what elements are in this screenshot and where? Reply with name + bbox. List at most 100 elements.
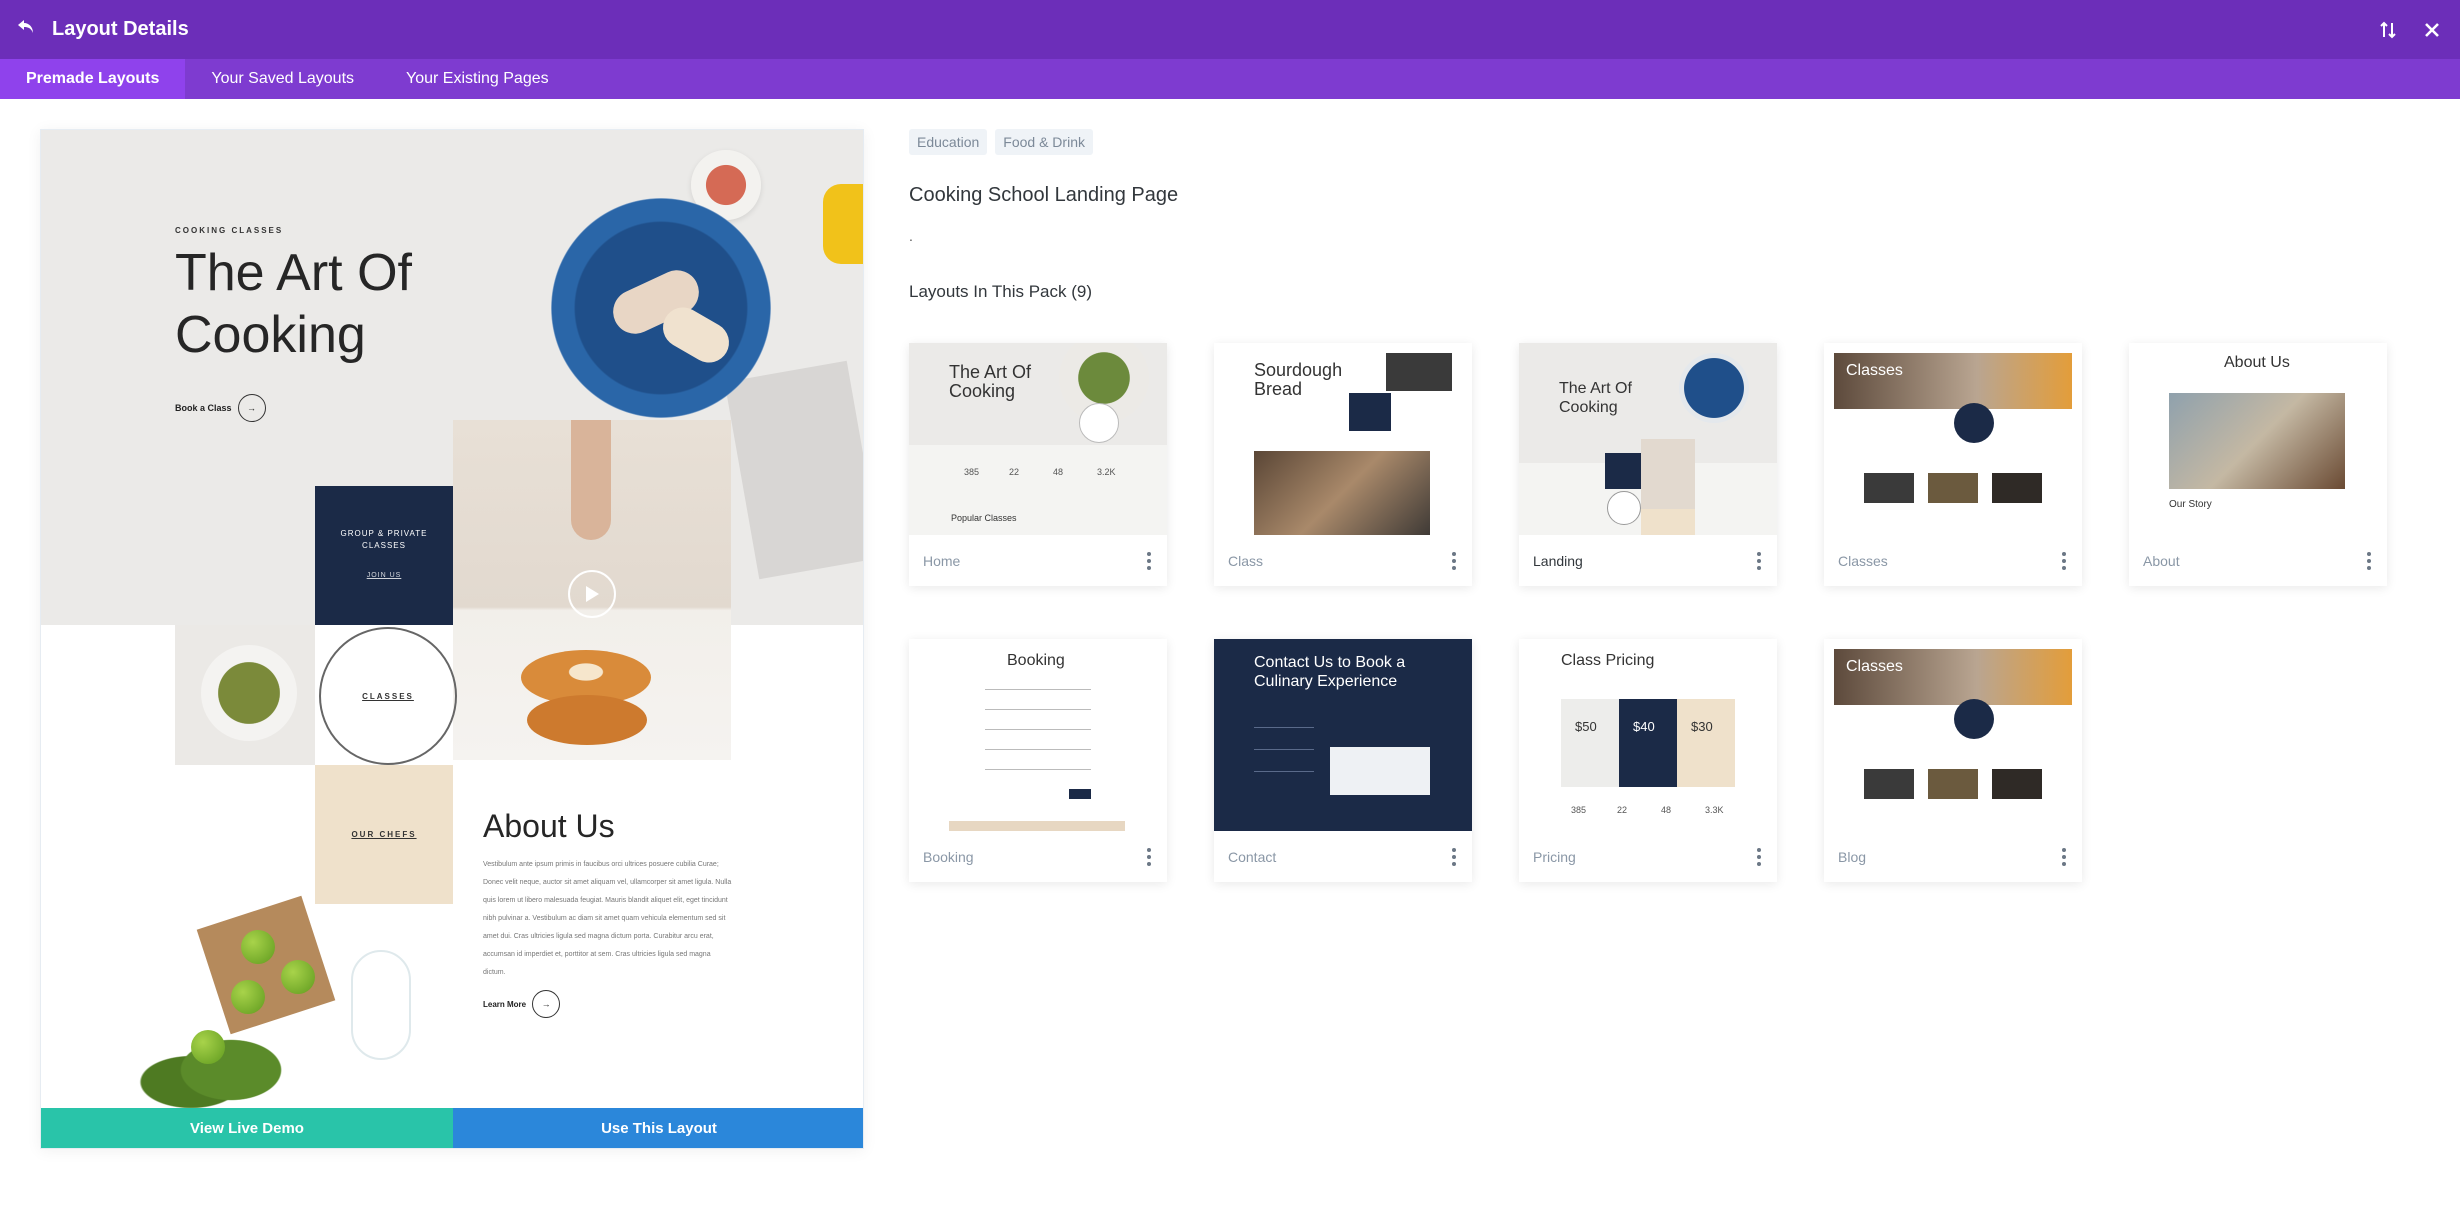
classes-circle-link: CLASSES bbox=[319, 627, 457, 765]
group-classes-block: GROUP & PRIVATE CLASSES JOIN US bbox=[315, 486, 453, 625]
thumb-stat: 385 bbox=[1571, 805, 1587, 815]
modal-title: Layout Details bbox=[52, 18, 189, 40]
layout-title: Cooking School Landing Page bbox=[909, 184, 1179, 206]
thumb-subheading: Our Story bbox=[2169, 499, 2212, 510]
layout-card-booking[interactable]: Booking Booking bbox=[909, 639, 1167, 882]
thumb-stat: 3.3K bbox=[1705, 805, 1724, 815]
group-label: GROUP & PRIVATE bbox=[340, 529, 428, 538]
view-live-demo-button[interactable]: View Live Demo bbox=[41, 1108, 453, 1148]
layout-card-about[interactable]: About Us Our Story About bbox=[2129, 343, 2387, 586]
group-label: CLASSES bbox=[362, 541, 406, 550]
layout-card-blog[interactable]: Classes Blog bbox=[1824, 639, 2082, 882]
layout-card-class[interactable]: Sourdough Bread Class bbox=[1214, 343, 1472, 586]
card-label: Blog bbox=[1838, 848, 1867, 865]
book-class-label: Book a Class bbox=[175, 403, 232, 413]
hero-heading: The Art Of Cooking bbox=[175, 242, 412, 366]
use-this-layout-button[interactable]: Use This Layout bbox=[453, 1108, 863, 1148]
thumb-title: The Art Of bbox=[1559, 380, 1632, 397]
tab-existing-pages[interactable]: Your Existing Pages bbox=[380, 59, 575, 99]
more-options-icon[interactable] bbox=[1141, 847, 1157, 867]
tab-bar: Premade Layouts Your Saved Layouts Your … bbox=[0, 59, 2460, 99]
thumb-title: Sourdough bbox=[1254, 360, 1343, 380]
thumb-title: About Us bbox=[2224, 354, 2290, 371]
sort-arrows-icon[interactable] bbox=[2376, 18, 2400, 42]
pesto-bowl-image bbox=[201, 645, 297, 741]
tag-education[interactable]: Education bbox=[909, 129, 988, 155]
layout-thumbnail: About Us Our Story bbox=[2129, 343, 2387, 535]
hand-image bbox=[571, 420, 611, 540]
learn-more-label: Learn More bbox=[483, 999, 527, 1009]
undo-arrow-icon bbox=[17, 19, 35, 40]
close-icon[interactable] bbox=[2420, 18, 2444, 42]
layout-thumbnail: Contact Us to Book a Culinary Experience bbox=[1214, 639, 1472, 831]
thumb-price: $50 bbox=[1575, 719, 1597, 734]
thumb-stat: 22 bbox=[1617, 805, 1628, 815]
preview-actions: View Live Demo Use This Layout bbox=[41, 1108, 863, 1148]
back-button[interactable] bbox=[0, 0, 52, 59]
more-options-icon[interactable] bbox=[1751, 551, 1767, 571]
our-chefs-link: OUR CHEFS bbox=[315, 765, 453, 904]
card-label: Class bbox=[1228, 552, 1264, 569]
tab-premade-layouts[interactable]: Premade Layouts bbox=[0, 59, 186, 99]
thumb-title: Contact Us to Book a bbox=[1254, 654, 1406, 671]
book-class-link: Book a Class → bbox=[175, 394, 266, 422]
lemon-image bbox=[823, 184, 863, 264]
more-options-icon[interactable] bbox=[1446, 551, 1462, 571]
thumb-stat: 48 bbox=[1661, 805, 1672, 815]
card-label: Pricing bbox=[1533, 848, 1576, 865]
thumb-stat: 385 bbox=[964, 467, 980, 477]
learn-more-link: Learn More → bbox=[483, 990, 561, 1018]
thumb-price: $30 bbox=[1691, 719, 1713, 734]
card-label: About bbox=[2143, 552, 2180, 569]
about-text: Vestibulum ante ipsum primis in faucibus… bbox=[483, 861, 732, 976]
arrow-right-icon: → bbox=[237, 394, 266, 422]
more-options-icon[interactable] bbox=[2361, 551, 2377, 571]
layout-thumbnail: Classes bbox=[1824, 639, 2082, 831]
card-label: Landing bbox=[1533, 552, 1583, 569]
layout-card-classes[interactable]: Classes Classes bbox=[1824, 343, 2082, 586]
thumb-price: $40 bbox=[1633, 719, 1655, 734]
arrow-right-icon: → bbox=[532, 990, 561, 1018]
hero-heading-line: The Art Of bbox=[175, 244, 412, 302]
card-label: Contact bbox=[1228, 848, 1277, 865]
card-label: Home bbox=[923, 552, 961, 569]
tab-saved-layouts[interactable]: Your Saved Layouts bbox=[185, 59, 380, 99]
card-label: Booking bbox=[923, 848, 974, 865]
layout-card-home[interactable]: The Art Of Cooking 385 22 48 3.2K Popula… bbox=[909, 343, 1167, 586]
category-tags: Education Food & Drink bbox=[909, 129, 1093, 155]
about-heading: About Us bbox=[483, 808, 615, 844]
thumb-subheading: Popular Classes bbox=[951, 513, 1017, 523]
thumb-title: Bread bbox=[1254, 379, 1303, 399]
layout-thumbnail: Classes bbox=[1824, 343, 2082, 535]
thumb-title: The Art Of bbox=[949, 362, 1032, 382]
pack-heading: Layouts In This Pack (9) bbox=[909, 282, 1092, 301]
layout-thumbnail: Sourdough Bread bbox=[1214, 343, 1472, 535]
thumb-stat: 22 bbox=[1009, 467, 1020, 477]
more-options-icon[interactable] bbox=[2056, 847, 2072, 867]
thumb-title: Class Pricing bbox=[1561, 652, 1655, 669]
more-options-icon[interactable] bbox=[2056, 551, 2072, 571]
join-us-link: JOIN US bbox=[366, 572, 402, 579]
lime-image bbox=[231, 980, 265, 1014]
layout-card-contact[interactable]: Contact Us to Book a Culinary Experience… bbox=[1214, 639, 1472, 882]
more-options-icon[interactable] bbox=[1141, 551, 1157, 571]
tag-food-drink[interactable]: Food & Drink bbox=[995, 129, 1093, 155]
layout-card-landing[interactable]: The Art Of Cooking Landing bbox=[1519, 343, 1777, 586]
more-options-icon[interactable] bbox=[1751, 847, 1767, 867]
layout-thumbnail: Booking bbox=[909, 639, 1167, 831]
thumb-title: Cooking bbox=[949, 381, 1016, 401]
thumb-title: Classes bbox=[1846, 658, 1903, 675]
layout-thumbnail: The Art Of Cooking bbox=[1519, 343, 1777, 535]
thumb-title: Culinary Experience bbox=[1254, 673, 1398, 690]
thumb-title: Cooking bbox=[1559, 399, 1618, 416]
layout-thumbnail: Class Pricing $50 $40 $30 385 22 48 3.3K bbox=[1519, 639, 1777, 831]
layout-card-pricing[interactable]: Class Pricing $50 $40 $30 385 22 48 3.3K… bbox=[1519, 639, 1777, 882]
glass-image bbox=[351, 950, 411, 1060]
more-options-icon[interactable] bbox=[1446, 847, 1462, 867]
thumb-stat: 48 bbox=[1053, 467, 1064, 477]
hero-heading-line: Cooking bbox=[175, 306, 366, 364]
layout-thumbnail: The Art Of Cooking 385 22 48 3.2K Popula… bbox=[909, 343, 1167, 535]
lime-image bbox=[281, 960, 315, 994]
layout-preview: COOKING CLASSES The Art Of Cooking Book … bbox=[40, 129, 864, 1149]
lime-image bbox=[241, 930, 275, 964]
